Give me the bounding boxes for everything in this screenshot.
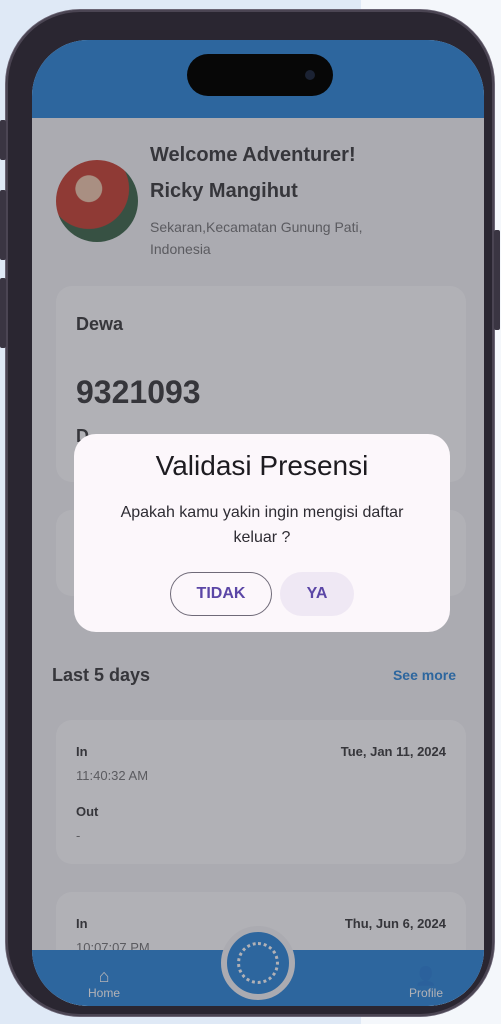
confirm-button[interactable]: YA xyxy=(280,572,354,616)
cancel-button[interactable]: TIDAK xyxy=(170,572,272,616)
volume-up-button xyxy=(0,190,6,260)
dynamic-island xyxy=(187,54,333,96)
phone-screen: Welcome Adventurer! Ricky Mangihut Sekar… xyxy=(32,40,484,1006)
mute-switch xyxy=(0,120,6,160)
dialog-title: Validasi Presensi xyxy=(155,450,369,481)
confirm-dialog: Validasi Presensi Apakah kamu yakin ingi… xyxy=(74,434,450,632)
power-button xyxy=(494,230,500,330)
phone-frame: Welcome Adventurer! Ricky Mangihut Sekar… xyxy=(0,10,500,1016)
dialog-message: Apakah kamu yakin ingin mengisi daftar k… xyxy=(120,504,404,546)
volume-down-button xyxy=(0,278,6,348)
camera-icon xyxy=(305,70,315,80)
